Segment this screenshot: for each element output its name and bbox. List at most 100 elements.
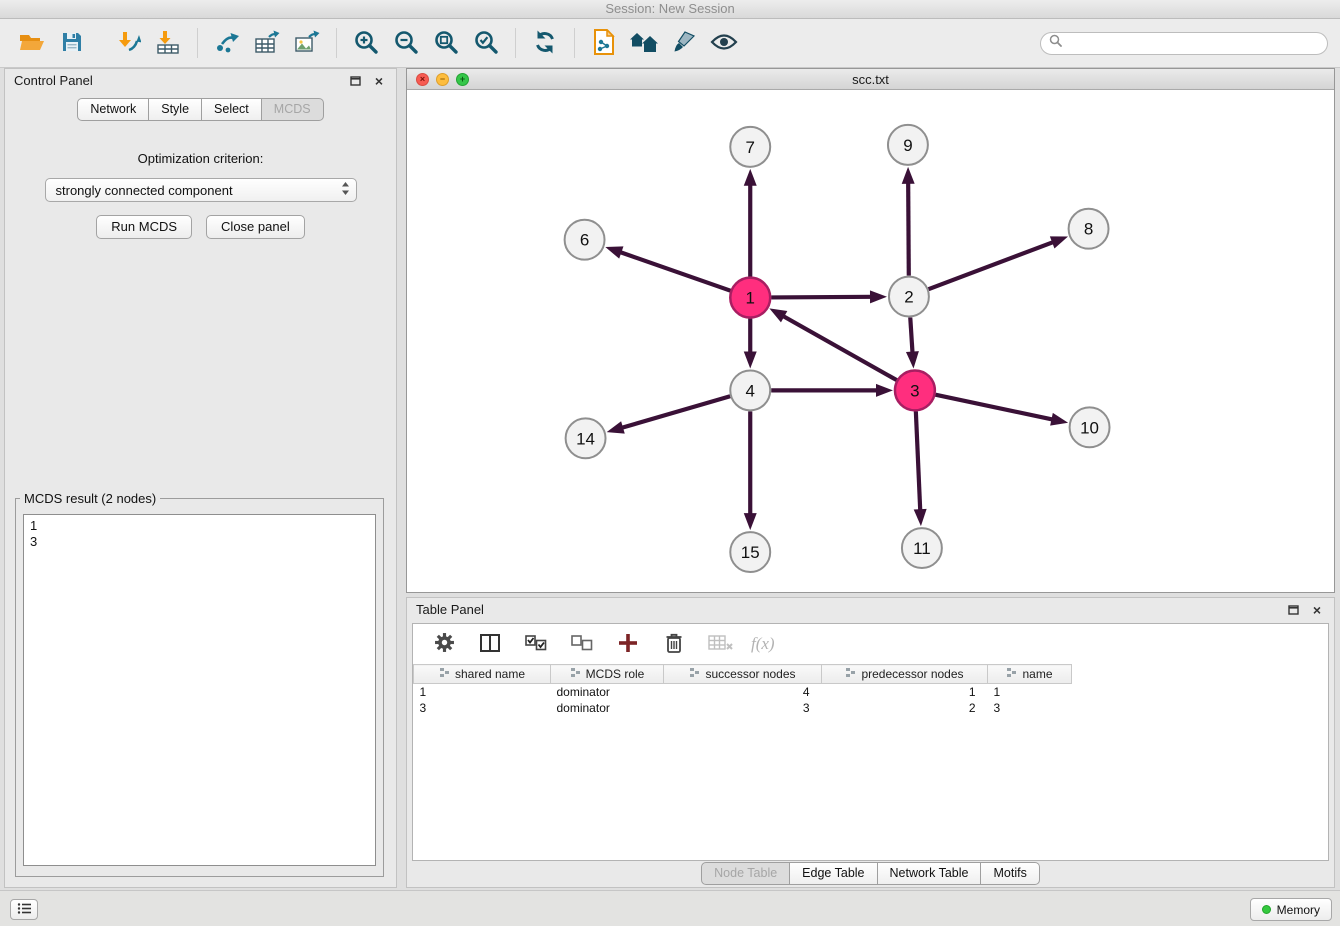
close-window-button[interactable]: × xyxy=(416,73,429,86)
style-brush-button[interactable] xyxy=(664,23,704,63)
function-builder-button[interactable]: f(x) xyxy=(751,629,775,659)
graph-node-4[interactable]: 4 xyxy=(730,370,770,410)
tab-select[interactable]: Select xyxy=(202,98,262,121)
graph-node-11[interactable]: 11 xyxy=(902,528,942,568)
graph-edge-2-3[interactable] xyxy=(910,318,912,354)
task-history-button[interactable] xyxy=(10,899,38,920)
search-box[interactable] xyxy=(1040,32,1328,55)
column-sort-icon xyxy=(689,667,700,681)
tab-style[interactable]: Style xyxy=(149,98,202,121)
export-table-button[interactable] xyxy=(247,23,287,63)
table-cell[interactable]: 4 xyxy=(664,684,822,700)
table-cell[interactable]: dominator xyxy=(551,700,664,716)
graph-edge-2-8[interactable] xyxy=(929,242,1054,289)
tab-network-table[interactable]: Network Table xyxy=(878,862,982,885)
table-cell[interactable]: 1 xyxy=(414,684,551,700)
graph-edge-3-10[interactable] xyxy=(935,395,1053,420)
save-session-button[interactable] xyxy=(52,23,92,63)
tab-motifs[interactable]: Motifs xyxy=(981,862,1039,885)
column-header-predecessor-nodes[interactable]: predecessor nodes xyxy=(822,665,988,684)
import-table-button[interactable] xyxy=(148,23,188,63)
graph-node-label: 11 xyxy=(913,539,931,558)
graph-edge-4-14[interactable] xyxy=(621,396,730,428)
table-cell[interactable]: 2 xyxy=(822,700,988,716)
table-cell[interactable]: 3 xyxy=(988,700,1072,716)
table-settings-button[interactable] xyxy=(429,629,459,659)
search-input[interactable] xyxy=(1068,36,1319,50)
fx-icon: f(x) xyxy=(751,634,775,654)
graph-edge-3-1[interactable] xyxy=(782,316,896,380)
graph-edge-1-6[interactable] xyxy=(619,252,730,291)
tab-network[interactable]: Network xyxy=(77,98,149,121)
add-column-button[interactable] xyxy=(613,629,643,659)
graph-node-1[interactable]: 1 xyxy=(730,278,770,318)
delete-column-button[interactable] xyxy=(659,629,689,659)
graph-node-8[interactable]: 8 xyxy=(1069,209,1109,249)
tab-node-table[interactable]: Node Table xyxy=(701,862,790,885)
zoom-fit-button[interactable] xyxy=(426,23,466,63)
open-session-button[interactable] xyxy=(12,23,52,63)
zoom-window-button[interactable]: + xyxy=(456,73,469,86)
graph-node-3[interactable]: 3 xyxy=(895,370,935,410)
run-mcds-button[interactable]: Run MCDS xyxy=(96,215,192,239)
network-canvas[interactable]: 7 9 6 8 1 2 4 3 14 10 15 11 xyxy=(407,90,1334,592)
table-row[interactable]: 3dominator323 xyxy=(414,700,1329,716)
graph-edge-arrowhead xyxy=(607,421,625,433)
mcds-result-box[interactable]: 1 3 xyxy=(23,514,376,866)
tab-mcds[interactable]: MCDS xyxy=(262,98,324,121)
graph-node-15[interactable]: 15 xyxy=(730,532,770,572)
network-document-button[interactable] xyxy=(584,23,624,63)
table-row[interactable]: 1dominator411 xyxy=(414,684,1329,700)
criterion-dropdown-value: strongly connected component xyxy=(56,183,233,198)
table-cell[interactable]: 3 xyxy=(414,700,551,716)
column-header-shared-name[interactable]: shared name xyxy=(414,665,551,684)
graph-node-10[interactable]: 10 xyxy=(1070,407,1110,447)
import-network-button[interactable] xyxy=(108,23,148,63)
delete-table-button[interactable] xyxy=(705,629,735,659)
zoom-fit-icon xyxy=(433,29,459,58)
close-panel-button[interactable]: Close panel xyxy=(206,215,305,239)
network-canvas-svg: 7 9 6 8 1 2 4 3 14 10 15 11 xyxy=(407,90,1334,592)
graph-edge-arrowhead xyxy=(1050,413,1068,426)
minimize-window-button[interactable]: − xyxy=(436,73,449,86)
column-header-mcds-role[interactable]: MCDS role xyxy=(551,665,664,684)
float-table-panel-icon[interactable] xyxy=(1285,602,1301,618)
zoom-in-button[interactable] xyxy=(346,23,386,63)
export-image-button[interactable] xyxy=(287,23,327,63)
graph-node-9[interactable]: 9 xyxy=(888,125,928,165)
column-header-name[interactable]: name xyxy=(988,665,1072,684)
column-header-successor-nodes[interactable]: successor nodes xyxy=(664,665,822,684)
table-cell[interactable]: dominator xyxy=(551,684,664,700)
window-traffic-lights: × − + xyxy=(416,73,469,86)
export-network-button[interactable] xyxy=(207,23,247,63)
select-all-button[interactable] xyxy=(521,629,551,659)
show-columns-button[interactable] xyxy=(475,629,505,659)
graph-edge-1-2[interactable] xyxy=(771,297,872,298)
control-panel-title: Control Panel xyxy=(14,73,93,88)
graph-edge-2-9[interactable] xyxy=(908,182,909,276)
table-cell[interactable]: 1 xyxy=(988,684,1072,700)
close-table-panel-icon[interactable]: × xyxy=(1309,602,1325,618)
refresh-button[interactable] xyxy=(525,23,565,63)
graph-node-7[interactable]: 7 xyxy=(730,127,770,167)
unselect-all-button[interactable] xyxy=(567,629,597,659)
home-button[interactable] xyxy=(624,23,664,63)
criterion-dropdown[interactable]: strongly connected component xyxy=(45,178,357,202)
memory-button[interactable]: Memory xyxy=(1250,898,1332,921)
graph-node-6[interactable]: 6 xyxy=(565,220,605,260)
float-panel-icon[interactable] xyxy=(347,73,363,89)
table-cell[interactable]: 3 xyxy=(664,700,822,716)
unselect-all-icon xyxy=(571,635,593,654)
graph-node-2[interactable]: 2 xyxy=(889,277,929,317)
close-control-panel-icon[interactable]: × xyxy=(371,73,387,89)
zoom-selected-button[interactable] xyxy=(466,23,506,63)
table-panel: Table Panel × xyxy=(406,597,1335,888)
table-cell[interactable]: 1 xyxy=(822,684,988,700)
graph-edge-arrowhead xyxy=(605,246,623,258)
tab-edge-table[interactable]: Edge Table xyxy=(790,862,877,885)
graph-edge-arrowhead xyxy=(1050,236,1068,248)
zoom-out-button[interactable] xyxy=(386,23,426,63)
graph-node-14[interactable]: 14 xyxy=(566,418,606,458)
graph-edge-3-11[interactable] xyxy=(916,411,920,511)
show-graphics-button[interactable] xyxy=(704,23,744,63)
